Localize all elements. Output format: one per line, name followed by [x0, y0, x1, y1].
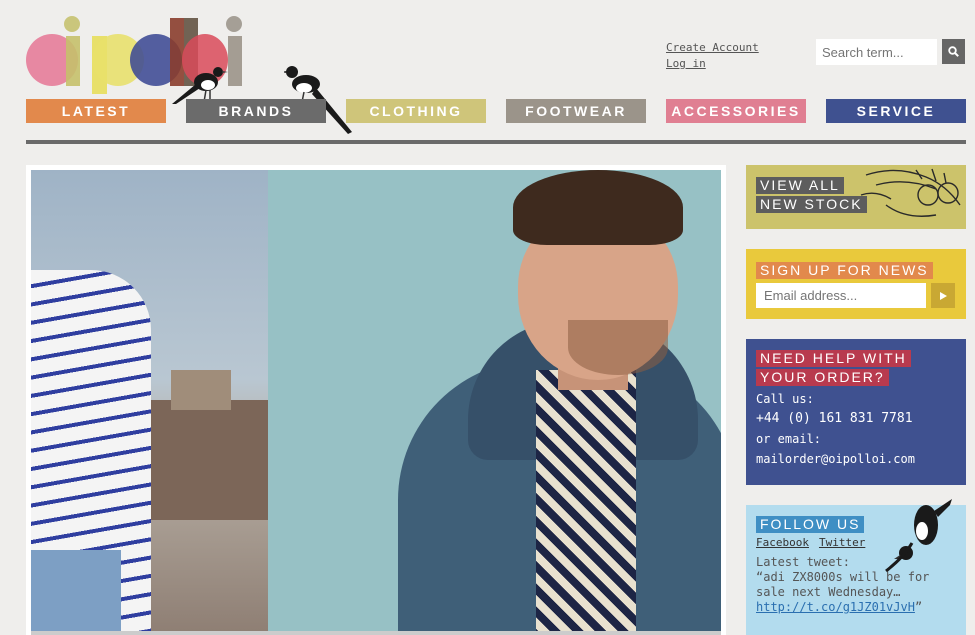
latest-tweet: “adi ZX8000s will be for sale next Wedne…	[756, 570, 961, 615]
facebook-link[interactable]: Facebook	[756, 536, 809, 549]
nav-latest[interactable]: LATEST	[26, 99, 166, 123]
jeans	[31, 550, 121, 635]
patterned-shirt	[536, 370, 636, 635]
beard	[568, 320, 668, 375]
new-stock-line1: VIEW ALL	[756, 177, 844, 194]
create-account-link[interactable]: Create Account	[666, 40, 759, 56]
social-links: Facebook Twitter	[756, 533, 875, 551]
hero-image-left[interactable]	[31, 170, 268, 635]
tweet-end: ”	[914, 600, 923, 614]
order-help-box: NEED HELP WITH YOUR ORDER? Call us: +44 …	[746, 339, 966, 485]
logo-letter-i	[66, 36, 80, 86]
search-button[interactable]	[942, 39, 965, 64]
login-link[interactable]: Log in	[666, 56, 759, 72]
nav-accessories[interactable]: ACCESSORIES	[666, 99, 806, 123]
new-stock-banner[interactable]: VIEW ALL NEW STOCK	[746, 165, 966, 229]
new-stock-line2: NEW STOCK	[756, 196, 867, 213]
nav-clothing[interactable]: CLOTHING	[346, 99, 486, 123]
search-icon	[948, 46, 959, 57]
search-input[interactable]	[816, 39, 937, 65]
tweet-link[interactable]: http://t.co/g1JZ01vJvH	[756, 600, 915, 614]
nav-service[interactable]: SERVICE	[826, 99, 966, 123]
logo-letter-i-dot	[64, 16, 80, 32]
play-arrow-icon	[940, 291, 947, 300]
newsletter-box: SIGN UP FOR NEWS	[746, 249, 966, 319]
newsletter-submit-button[interactable]	[931, 283, 955, 308]
phone-number: +44 (0) 161 831 7781	[756, 411, 913, 426]
follow-us-box: FOLLOW US Facebook Twitter Latest tweet: …	[746, 499, 966, 635]
binoculars-illustration-icon	[860, 168, 961, 217]
follow-heading: FOLLOW US	[756, 516, 865, 533]
nav-footwear[interactable]: FOOTWEAR	[506, 99, 646, 123]
hero-image-right[interactable]	[268, 170, 721, 635]
account-links: Create Account Log in	[666, 40, 759, 72]
hair	[513, 170, 683, 245]
email-label: or email:	[756, 432, 822, 446]
help-heading-line1: NEED HELP WITH	[756, 350, 911, 367]
support-email[interactable]: mailorder@oipolloi.com	[756, 452, 915, 466]
help-heading-line2: YOUR ORDER?	[756, 369, 889, 386]
call-label: Call us:	[756, 392, 814, 406]
building-roof	[171, 370, 231, 410]
twitter-link[interactable]: Twitter	[819, 536, 865, 549]
tweet-label: Latest tweet:	[756, 555, 850, 569]
newsletter-heading: SIGN UP FOR NEWS	[756, 262, 933, 279]
hero-bottom-bar	[31, 631, 721, 635]
email-field[interactable]	[756, 283, 926, 308]
header-divider	[26, 140, 966, 144]
logo-letter-i2-dot	[226, 16, 242, 32]
logo-letter-i2	[228, 36, 242, 86]
nav-brands[interactable]: BRANDS	[186, 99, 326, 123]
tweet-text: “adi ZX8000s will be for sale next Wedne…	[756, 570, 930, 599]
